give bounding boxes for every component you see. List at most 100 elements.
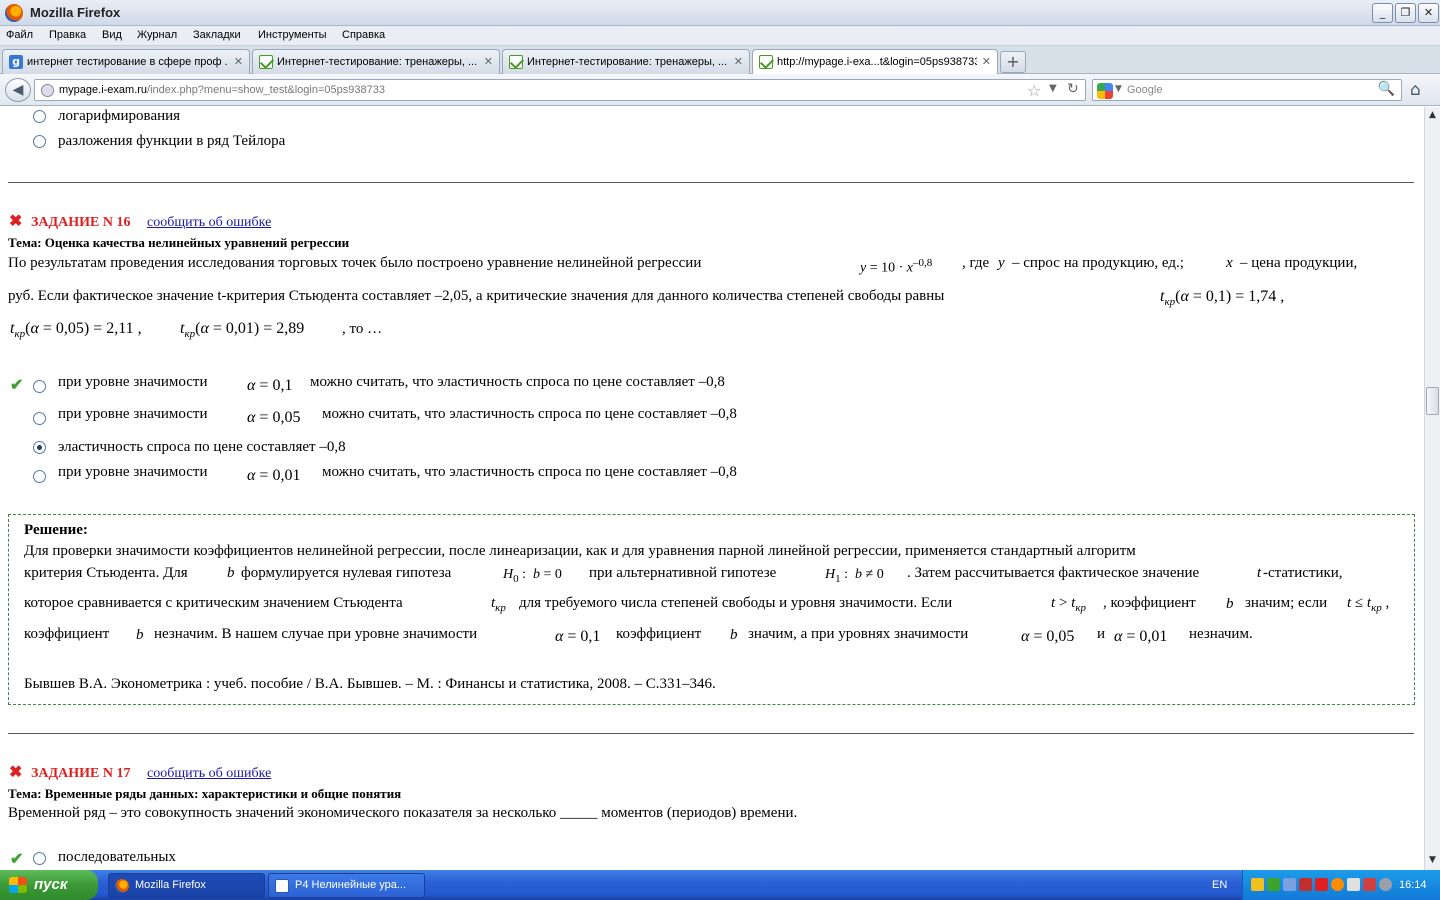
- engine-dropdown-icon[interactable]: ▼: [1115, 84, 1122, 94]
- radio-option[interactable]: [33, 110, 46, 123]
- option-text: последовательных: [58, 849, 176, 865]
- var-t: t: [1257, 565, 1262, 581]
- bookmark-star-icon[interactable]: ☆: [1027, 81, 1041, 100]
- question-text: , где: [962, 255, 990, 271]
- i-exam-favicon-icon: [259, 55, 273, 69]
- solution-text: которое сравнивается с критическим значе…: [24, 595, 403, 611]
- radio-option-2[interactable]: [33, 412, 46, 425]
- firefox-icon: [115, 879, 129, 893]
- menu-file[interactable]: Файл: [6, 29, 33, 41]
- tray-app-icon[interactable]: [1251, 878, 1264, 891]
- divider: [8, 182, 1414, 183]
- close-tab-icon[interactable]: ✕: [234, 55, 243, 68]
- task-17-topic: Тема: Временные ряды данных: характерист…: [8, 786, 402, 801]
- windows-taskbar: пуск Mozilla Firefox Р4 Нелинейные ура..…: [0, 870, 1440, 900]
- scroll-down-arrow-icon[interactable]: ▼: [1425, 852, 1440, 868]
- solution-text: , коэффициент: [1103, 595, 1196, 611]
- option-text: эластичность спроса по цене составляет –…: [58, 439, 346, 455]
- correct-answer-check-icon: ✔: [10, 851, 24, 868]
- solution-text: коэффициент: [24, 626, 110, 642]
- volume-icon[interactable]: [1347, 878, 1360, 891]
- tray-app-icon[interactable]: [1299, 878, 1312, 891]
- language-indicator[interactable]: EN: [1212, 879, 1227, 891]
- radio-option[interactable]: [33, 135, 46, 148]
- task-16-topic: Тема: Оценка качества нелинейных уравнен…: [8, 235, 350, 250]
- tray-app-icon[interactable]: [1379, 878, 1392, 891]
- option-text: можно считать, что эластичность спроса п…: [310, 374, 725, 390]
- alpha-value: α = 0,05: [247, 409, 301, 426]
- var-y: y: [998, 255, 1005, 271]
- scroll-up-arrow-icon[interactable]: ▲: [1425, 107, 1440, 123]
- minimize-button[interactable]: _: [1372, 3, 1393, 23]
- var-b: b: [136, 627, 144, 643]
- page-content: логарифмирования разложения функции в ря…: [0, 107, 1424, 870]
- search-icon[interactable]: 🔍: [1378, 81, 1395, 97]
- option-text: при уровне значимости: [58, 464, 208, 480]
- solution-text: незначим.: [1189, 626, 1253, 642]
- report-error-link[interactable]: сообщить об ошибке: [147, 766, 271, 782]
- option-text: логарифмирования: [58, 108, 181, 124]
- address-bar[interactable]: mypage.i-exam.ru/index.php?menu=show_tes…: [34, 79, 1086, 101]
- menu-bookmarks[interactable]: Закладки: [193, 29, 241, 41]
- search-placeholder: Google: [1127, 84, 1163, 96]
- wrong-answer-x-icon: ✖: [9, 764, 23, 781]
- solution-text: . Затем рассчитывается фактическое значе…: [907, 565, 1200, 581]
- globe-icon: [41, 84, 54, 97]
- tab-2[interactable]: Интернет-тестирование: тренажеры, ... ✕: [252, 49, 500, 74]
- menu-history[interactable]: Журнал: [137, 29, 177, 41]
- tab-label: Интернет-тестирование: тренажеры, ...: [527, 56, 727, 68]
- i-exam-favicon-icon: [509, 55, 523, 69]
- question-text: – спрос на продукцию, ед.;: [1012, 255, 1184, 271]
- word-document-icon: [275, 879, 289, 893]
- tray-app-icon[interactable]: [1331, 878, 1344, 891]
- radio-option-1[interactable]: [33, 380, 46, 393]
- menu-view[interactable]: Вид: [102, 29, 122, 41]
- home-icon[interactable]: ⌂: [1410, 80, 1421, 100]
- scroll-thumb[interactable]: [1426, 387, 1439, 415]
- taskbar-item-firefox[interactable]: Mozilla Firefox: [108, 873, 265, 898]
- tray-app-icon[interactable]: [1267, 878, 1280, 891]
- maximize-button[interactable]: ❐: [1395, 3, 1416, 23]
- tab-1[interactable]: g интернет тестирование в сфере проф ...…: [2, 49, 250, 74]
- tab-label: интернет тестирование в сфере проф ...: [27, 56, 227, 68]
- vertical-scrollbar[interactable]: ▲ ▼: [1424, 107, 1440, 870]
- start-button[interactable]: пуск: [0, 870, 98, 900]
- radio-option-3-selected[interactable]: [33, 441, 46, 454]
- h0-formula: H0 : b = 0: [503, 567, 562, 585]
- radio-option-4[interactable]: [33, 470, 46, 483]
- task-17-title: ЗАДАНИЕ N 17: [31, 766, 131, 781]
- menu-tools[interactable]: Инструменты: [258, 29, 327, 41]
- search-box[interactable]: ▼ Google 🔍: [1092, 79, 1402, 101]
- report-error-link[interactable]: сообщить об ошибке: [147, 215, 271, 231]
- menu-help[interactable]: Справка: [342, 29, 385, 41]
- url-dropdown-icon[interactable]: ▼: [1049, 83, 1057, 94]
- tab-4-active[interactable]: http://mypage.i-exa...t&login=05ps938733…: [752, 49, 998, 75]
- url-text[interactable]: mypage.i-exam.ru/index.php?menu=show_tes…: [59, 84, 385, 96]
- close-tab-icon[interactable]: ✕: [982, 55, 991, 68]
- navigation-bar: ◀ mypage.i-exam.ru/index.php?menu=show_t…: [0, 74, 1440, 106]
- close-tab-icon[interactable]: ✕: [734, 55, 743, 68]
- tab-label: http://mypage.i-exa...t&login=05ps938733: [777, 56, 977, 68]
- i-exam-favicon-icon: [759, 55, 773, 69]
- radio-option-1[interactable]: [33, 852, 46, 865]
- tab-3[interactable]: Интернет-тестирование: тренажеры, ... ✕: [502, 49, 750, 74]
- solution-text: и: [1097, 626, 1106, 642]
- tray-app-icon[interactable]: [1283, 878, 1296, 891]
- back-button[interactable]: ◀: [5, 78, 31, 102]
- google-search-engine-icon[interactable]: [1097, 83, 1113, 99]
- close-tab-icon[interactable]: ✕: [484, 55, 493, 68]
- google-favicon-icon: g: [9, 55, 23, 69]
- title-bar: Mozilla Firefox _ ❐ ✕: [0, 0, 1440, 26]
- reload-icon[interactable]: ↻: [1067, 81, 1079, 97]
- tray-app-icon[interactable]: [1363, 878, 1376, 891]
- windows-flag-icon: [9, 877, 27, 893]
- solution-text: формулируется нулевая гипотеза: [241, 565, 452, 581]
- tray-pdf-icon[interactable]: [1315, 878, 1328, 891]
- var-b: b: [1226, 596, 1234, 612]
- question-text: руб. Если фактическое значение t-критери…: [8, 288, 945, 304]
- new-tab-button[interactable]: +: [1000, 51, 1026, 73]
- menu-edit[interactable]: Правка: [49, 29, 86, 41]
- alpha-value: α = 0,1: [247, 377, 293, 394]
- close-window-button[interactable]: ✕: [1418, 3, 1439, 23]
- taskbar-item-word[interactable]: Р4 Нелинейные ура...: [268, 873, 425, 898]
